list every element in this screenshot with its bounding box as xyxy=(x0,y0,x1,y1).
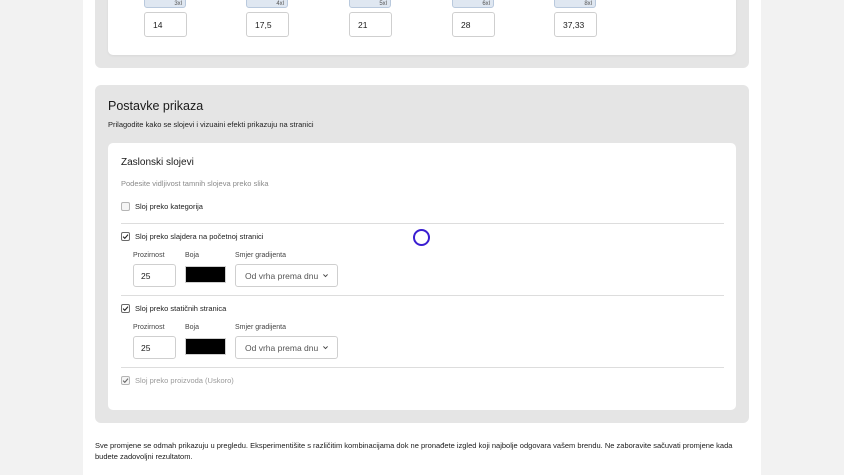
static-overlay-row[interactable]: Sloj preko statičnih stranica xyxy=(121,304,226,313)
static-color-label: Boja xyxy=(185,324,200,331)
products-overlay-checkbox xyxy=(121,376,130,385)
slider-overlay-label: Sloj preko slajdera na početnoj stranici xyxy=(135,232,264,241)
size-column-3xl: 3xl 14 xyxy=(144,0,188,37)
size-input-5xl[interactable]: 21 xyxy=(349,12,392,37)
section-subtitle: Prilagodite kako se slojevi i vizuaini e… xyxy=(108,120,314,129)
static-overlay-label: Sloj preko statičnih stranica xyxy=(135,304,227,313)
static-opacity-input[interactable]: 25 xyxy=(133,336,176,359)
size-input-3xl[interactable]: 14 xyxy=(144,12,187,37)
static-opacity-label: Prozirnost xyxy=(133,324,165,331)
size-input-4xl[interactable]: 17,5 xyxy=(246,12,289,37)
check-icon xyxy=(122,378,129,384)
section-title: Postavke prikaza xyxy=(108,99,204,113)
size-column-8xl: 8xl 37,33 xyxy=(554,0,598,37)
slider-color-picker[interactable] xyxy=(185,266,226,283)
size-input-8xl[interactable]: 37,33 xyxy=(554,12,597,37)
category-overlay-label: Sloj preko kategorija xyxy=(135,202,203,211)
size-input-6xl[interactable]: 28 xyxy=(452,12,495,37)
font-size-card xyxy=(108,0,736,55)
size-preview-tag: 8xl xyxy=(554,0,596,8)
size-preview-tag: 3xl xyxy=(144,0,186,8)
slider-color-label: Boja xyxy=(185,252,200,259)
divider xyxy=(121,367,724,368)
static-gradient-value: Od vrha prema dnu xyxy=(245,343,319,353)
size-column-6xl: 6xl 28 xyxy=(452,0,496,37)
category-overlay-row[interactable]: Sloj preko kategorija xyxy=(121,202,203,211)
slider-overlay-checkbox[interactable] xyxy=(121,232,130,241)
products-overlay-label: Sloj preko proizvoda (Uskoro) xyxy=(135,376,234,385)
slider-gradient-label: Smjer gradijenta xyxy=(235,252,286,259)
check-icon xyxy=(122,306,129,312)
check-icon xyxy=(122,234,129,240)
overlays-title: Zaslonski slojevi xyxy=(121,157,194,168)
size-column-5xl: 5xl 21 xyxy=(349,0,393,37)
slider-overlay-row[interactable]: Sloj preko slajdera na početnoj stranici xyxy=(121,232,263,241)
footer-note: Sve promjene se odmah prikazuju u pregle… xyxy=(95,441,733,461)
category-overlay-checkbox[interactable] xyxy=(121,202,130,211)
size-preview-tag: 4xl xyxy=(246,0,288,8)
static-gradient-select[interactable]: Od vrha prema dnu xyxy=(235,336,338,359)
overlays-subtitle: Podesite vidljivost tamnih slojeva preko… xyxy=(121,179,269,188)
static-gradient-label: Smjer gradijenta xyxy=(235,324,286,331)
static-overlay-checkbox[interactable] xyxy=(121,304,130,313)
slider-opacity-label: Prozirnost xyxy=(133,252,165,259)
chevron-down-icon xyxy=(323,274,328,278)
slider-gradient-value: Od vrha prema dnu xyxy=(245,271,319,281)
slider-opacity-input[interactable]: 25 xyxy=(133,264,176,287)
static-color-picker[interactable] xyxy=(185,338,226,355)
size-preview-tag: 5xl xyxy=(349,0,391,8)
chevron-down-icon xyxy=(323,346,328,350)
divider xyxy=(121,223,724,224)
cursor-indicator xyxy=(413,229,430,246)
size-column-4xl: 4xl 17,5 xyxy=(246,0,290,37)
slider-gradient-select[interactable]: Od vrha prema dnu xyxy=(235,264,338,287)
products-overlay-row: Sloj preko proizvoda (Uskoro) xyxy=(121,376,234,385)
size-preview-tag: 6xl xyxy=(452,0,494,8)
divider xyxy=(121,295,724,296)
